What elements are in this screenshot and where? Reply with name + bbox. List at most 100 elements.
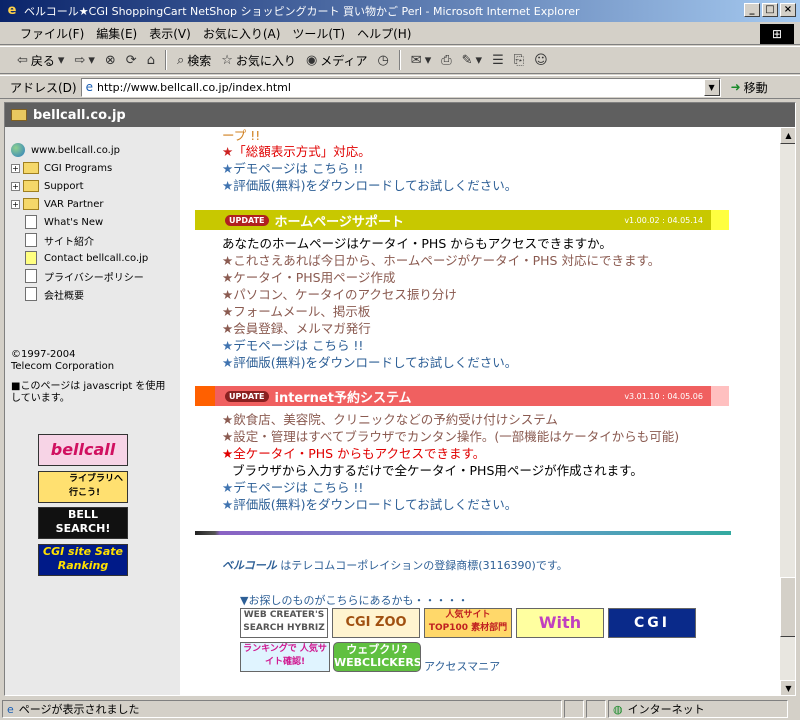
stop-button[interactable]: ⊗	[102, 53, 119, 68]
messenger-button[interactable]: ☺	[531, 53, 551, 68]
library-banner[interactable]: ライブラリへ行こう!	[38, 471, 128, 503]
ranking-banner[interactable]: ランキングで 人気サイト確認!	[240, 642, 330, 672]
back-button[interactable]: ⇦ 戻る ▾	[14, 52, 67, 69]
chevron-down-icon: ▾	[424, 52, 432, 68]
top100-banner[interactable]: 人気サイト TOP100 素材部門	[424, 608, 512, 638]
download-text: 評価版(無料)をダウンロードしてお試しください。	[233, 355, 518, 370]
feature-text: 「総額表示方式」対応。	[233, 144, 371, 159]
bell-search-banner[interactable]: BELL SEARCH!	[38, 507, 128, 539]
tree-item-whats-new[interactable]: What's New	[11, 213, 148, 231]
feature-text: 飲食店、美容院、クリニックなどの予約受け付けシステム	[233, 412, 558, 427]
status-text: ページが表示されました	[18, 703, 140, 716]
star-icon: ★	[222, 480, 234, 495]
menu-file[interactable]: ファイル(F)	[14, 25, 90, 42]
accessmania-link[interactable]: アクセスマニア	[424, 658, 500, 672]
tree-label: プライバシーポリシー	[44, 272, 144, 284]
ie-icon: e	[7, 3, 17, 18]
download-link[interactable]: ★評価版(無料)をダウンロードしてお試しください。	[222, 494, 517, 513]
update-badge: UPDATE	[225, 214, 269, 226]
section-marker	[195, 386, 215, 406]
tree-item-site-intro[interactable]: サイト紹介	[11, 231, 148, 249]
folder-icon	[11, 109, 27, 121]
feature-text: 会員登録、メルマガ発行	[233, 321, 371, 336]
cgizoo-banner[interactable]: CGI ZOO	[332, 608, 420, 638]
bellcall-banner[interactable]: bellcall	[38, 434, 128, 466]
tree-item-contact[interactable]: Contact bellcall.co.jp	[11, 249, 148, 267]
section-title: ホームページサポート	[274, 214, 404, 230]
tree-item-company[interactable]: 会社概要	[11, 285, 148, 303]
tree-item-home[interactable]: www.bellcall.co.jp	[11, 141, 148, 159]
maximize-button[interactable]: □	[762, 3, 778, 17]
refresh-button[interactable]: ⟳	[123, 53, 140, 68]
copyright-year: ©1997-2004	[11, 349, 76, 360]
section-header-homepage-support: UPDATE ホームページサポート v1.00.02 : 04.05.14	[195, 210, 729, 230]
scroll-down-button[interactable]: ▼	[780, 680, 795, 695]
star-icon: ★	[222, 253, 234, 268]
divider	[195, 531, 731, 535]
brand-name: ベルコール	[222, 559, 277, 572]
address-input[interactable]: e http://www.bellcall.co.jp/index.html ▼	[80, 77, 721, 97]
title-bar: e ベルコール★CGI ShoppingCart NetShop ショッピングカ…	[0, 0, 800, 22]
research-button[interactable]: ⎘	[511, 53, 527, 68]
folder-icon	[23, 162, 39, 174]
forward-arrow-icon: ⇨	[74, 52, 86, 68]
star-icon: ★	[222, 144, 234, 159]
expand-icon[interactable]: +	[11, 181, 20, 191]
section-bar: UPDATE ホームページサポート v1.00.02 : 04.05.14	[215, 210, 711, 230]
media-label: メディア	[320, 53, 368, 68]
go-button[interactable]: ➜ 移動	[731, 79, 768, 96]
tree-item-cgi-programs[interactable]: + CGI Programs	[11, 159, 148, 177]
menu-favorites[interactable]: お気に入り(A)	[197, 25, 287, 42]
download-link[interactable]: ★評価版(無料)をダウンロードしてお試しください。	[222, 175, 517, 194]
hybriz-banner[interactable]: WEB CREATER'S SEARCH HYBRIZ	[240, 608, 328, 638]
update-badge: UPDATE	[225, 390, 269, 402]
mail-button[interactable]: ✉ ▾	[408, 53, 434, 68]
expand-icon[interactable]: +	[11, 199, 20, 209]
history-icon: ◷	[377, 52, 389, 68]
trademark-text: はテレコムコーポレイションの登録商標(3116390)です。	[276, 559, 568, 572]
menu-edit[interactable]: 編集(E)	[90, 25, 143, 42]
favorites-button[interactable]: ☆ お気に入り	[218, 52, 299, 69]
scroll-thumb[interactable]	[780, 577, 795, 637]
address-dropdown-button[interactable]: ▼	[703, 78, 720, 96]
menu-view[interactable]: 表示(V)	[143, 25, 197, 42]
vertical-scrollbar[interactable]: ▲ ▼	[780, 127, 795, 695]
mail-icon: ✉	[410, 52, 422, 68]
trademark-note: ベルコール はテレコムコーポレイションの登録商標(3116390)です。	[222, 557, 568, 573]
javascript-note: ■このページは javascript を使用しています。	[11, 381, 166, 404]
menu-tools[interactable]: ツール(T)	[286, 25, 351, 42]
history-button[interactable]: ◷	[374, 53, 391, 68]
section-bar: UPDATE internet予約システム v3.01.10 : 04.05.0…	[215, 386, 711, 406]
cgi-ranking-banner[interactable]: CGI site Sate Ranking	[38, 544, 128, 576]
scroll-up-button[interactable]: ▲	[780, 127, 795, 144]
tree-item-privacy[interactable]: プライバシーポリシー	[11, 267, 148, 285]
zone-text: インターネット	[627, 703, 705, 716]
webclickers-banner[interactable]: ウェブクリ? WEBCLICKERS.NET	[333, 642, 421, 672]
tree-item-support[interactable]: + Support	[11, 177, 148, 195]
cgi-banner[interactable]: CGI	[608, 608, 696, 638]
section-end-marker	[711, 210, 729, 230]
security-zone: ◍ インターネット	[608, 700, 788, 718]
close-button[interactable]: ×	[780, 3, 796, 17]
page-icon: e	[85, 80, 93, 94]
menu-help[interactable]: ヘルプ(H)	[351, 25, 417, 42]
copyright: ©1997-2004 Telecom Corporation	[11, 349, 114, 373]
tree-item-var-partner[interactable]: + VAR Partner	[11, 195, 148, 213]
star-icon: ★	[222, 355, 234, 370]
with-banner[interactable]: With	[516, 608, 604, 638]
expand-icon[interactable]: +	[11, 163, 20, 173]
home-button[interactable]: ⌂	[144, 53, 158, 68]
minimize-button[interactable]: _	[744, 3, 760, 17]
edit-button[interactable]: ✎ ▾	[459, 53, 485, 68]
forward-button[interactable]: ⇨ ▾	[71, 53, 97, 68]
research-icon: ⎘	[513, 52, 525, 68]
download-link[interactable]: ★評価版(無料)をダウンロードしてお試しください。	[222, 352, 517, 371]
discuss-button[interactable]: ☰	[489, 53, 507, 68]
status-cell	[586, 700, 606, 718]
media-button[interactable]: ◉ メディア	[303, 52, 371, 69]
search-button[interactable]: ⌕ 検索	[174, 52, 214, 69]
print-button[interactable]: ⎙	[438, 53, 454, 68]
globe-icon: ◍	[613, 702, 623, 716]
copyright-company: Telecom Corporation	[11, 361, 115, 372]
star-icon: ★	[222, 270, 234, 285]
